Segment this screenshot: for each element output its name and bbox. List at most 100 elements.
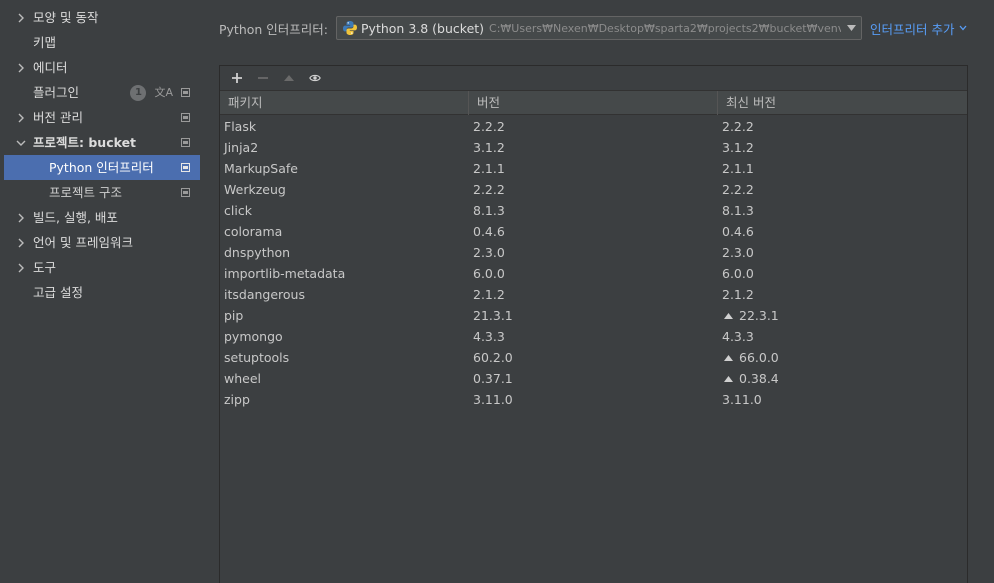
- column-header-latest-version[interactable]: 최신 버전: [718, 91, 967, 115]
- table-row[interactable]: Jinja2 3.1.2 3.1.2: [220, 137, 967, 158]
- remove-package-button[interactable]: [252, 67, 274, 89]
- version-cell: 21.3.1: [473, 308, 513, 323]
- chevron-right-icon[interactable]: [14, 255, 28, 280]
- interpreter-dropdown[interactable]: Python 3.8 (bucket) C:₩Users₩Nexen₩Deskt…: [336, 16, 863, 40]
- version-cell: 2.1.1: [473, 161, 505, 176]
- upgrade-package-button[interactable]: [278, 67, 300, 89]
- settings-main-panel: Python 인터프리터: Python 3.8 (bucket) C:₩Use…: [200, 0, 994, 583]
- latest-version-cell: 8.1.3: [718, 200, 967, 221]
- sidebar-item-languages[interactable]: 언어 및 프레임워크: [0, 230, 200, 255]
- table-row[interactable]: wheel 0.37.1 0.38.4: [220, 368, 967, 389]
- upgrade-available-icon: [724, 312, 733, 319]
- sidebar-item-label: Python 인터프리터: [49, 160, 154, 175]
- version-cell: 0.37.1: [473, 371, 513, 386]
- project-level-icon: [181, 113, 190, 122]
- latest-version-text: 0.4.6: [722, 224, 754, 239]
- package-name-cell: MarkupSafe: [224, 161, 298, 176]
- table-row[interactable]: dnspython 2.3.0 2.3.0: [220, 242, 967, 263]
- version-cell: 4.3.3: [473, 329, 505, 344]
- sidebar-item-project[interactable]: 프로젝트: bucket: [0, 130, 200, 155]
- latest-version-cell: 2.3.0: [718, 242, 967, 263]
- column-header-package[interactable]: 패키지: [220, 91, 469, 115]
- latest-version-text: 66.0.0: [739, 350, 779, 365]
- table-row[interactable]: click 8.1.3 8.1.3: [220, 200, 967, 221]
- version-cell: 8.1.3: [473, 203, 505, 218]
- latest-version-cell: 0.4.6: [718, 221, 967, 242]
- sidebar-item-plugins[interactable]: 플러그인 1 文A: [0, 80, 200, 105]
- table-row[interactable]: Werkzeug 2.2.2 2.2.2: [220, 179, 967, 200]
- sidebar-item-label: 에디터: [33, 60, 68, 75]
- table-row[interactable]: setuptools 60.2.0 66.0.0: [220, 347, 967, 368]
- sidebar-item-advanced[interactable]: 고급 설정: [0, 280, 200, 305]
- latest-version-cell: 0.38.4: [718, 368, 967, 389]
- version-cell: 2.3.0: [473, 245, 505, 260]
- package-name-cell: wheel: [224, 371, 261, 386]
- packages-toolbar: [220, 66, 967, 91]
- sidebar-item-label: 프로젝트: bucket: [33, 135, 137, 150]
- table-row[interactable]: Flask 2.2.2 2.2.2: [220, 116, 967, 137]
- latest-version-cell: 2.1.2: [718, 284, 967, 305]
- table-row[interactable]: colorama 0.4.6 0.4.6: [220, 221, 967, 242]
- latest-version-cell: 4.3.3: [718, 326, 967, 347]
- project-level-icon: [181, 88, 190, 97]
- chevron-down-icon[interactable]: [14, 130, 28, 155]
- sidebar-item-label: 모양 및 동작: [33, 10, 99, 25]
- show-early-releases-button[interactable]: [304, 67, 326, 89]
- chevron-right-icon[interactable]: [14, 55, 28, 80]
- settings-sidebar: 모양 및 동작 키맵 에디터 플러그인 1 文A 버전 관리 프로젝트: buc…: [0, 0, 200, 583]
- add-package-button[interactable]: [226, 67, 248, 89]
- package-name-cell: Jinja2: [224, 140, 259, 155]
- chevron-right-icon[interactable]: [14, 205, 28, 230]
- interpreter-path: C:₩Users₩Nexen₩Desktop₩sparta2₩projects2…: [489, 21, 863, 35]
- interpreter-row: Python 인터프리터: Python 3.8 (bucket) C:₩Use…: [219, 16, 967, 40]
- table-row[interactable]: importlib-metadata 6.0.0 6.0.0: [220, 263, 967, 284]
- table-row[interactable]: pip 21.3.1 22.3.1: [220, 305, 967, 326]
- latest-version-cell: 6.0.0: [718, 263, 967, 284]
- python-icon: [343, 21, 358, 35]
- latest-version-text: 3.1.2: [722, 140, 754, 155]
- sidebar-item-label: 프로젝트 구조: [49, 185, 122, 200]
- package-name-cell: Flask: [224, 119, 257, 134]
- latest-version-text: 6.0.0: [722, 266, 754, 281]
- table-row[interactable]: pymongo 4.3.3 4.3.3: [220, 326, 967, 347]
- eye-icon: [309, 74, 321, 82]
- translate-icon: 文A: [154, 86, 173, 99]
- latest-version-cell: 2.2.2: [718, 116, 967, 137]
- upgrade-available-icon: [724, 354, 733, 361]
- table-row[interactable]: itsdangerous 2.1.2 2.1.2: [220, 284, 967, 305]
- version-cell: 0.4.6: [473, 224, 505, 239]
- sidebar-item-label: 언어 및 프레임워크: [33, 235, 133, 250]
- sidebar-item-python-interpreter[interactable]: Python 인터프리터: [4, 155, 200, 180]
- sidebar-item-label: 고급 설정: [33, 285, 83, 300]
- sidebar-item-build[interactable]: 빌드, 실행, 배포: [0, 205, 200, 230]
- packages-table-header: 패키지 버전 최신 버전: [220, 91, 967, 115]
- latest-version-text: 2.1.2: [722, 287, 754, 302]
- chevron-down-icon[interactable]: [841, 17, 862, 39]
- latest-version-cell: 22.3.1: [718, 305, 967, 326]
- sidebar-item-version-control[interactable]: 버전 관리: [0, 105, 200, 130]
- chevron-right-icon[interactable]: [14, 105, 28, 130]
- version-cell: 60.2.0: [473, 350, 513, 365]
- sidebar-item-keymap[interactable]: 키맵: [0, 30, 200, 55]
- window-edge: [968, 0, 994, 583]
- latest-version-text: 0.38.4: [739, 371, 779, 386]
- interpreter-label: Python 인터프리터:: [219, 21, 329, 37]
- chevron-right-icon[interactable]: [14, 230, 28, 255]
- chevron-right-icon[interactable]: [14, 5, 28, 30]
- table-row[interactable]: MarkupSafe 2.1.1 2.1.1: [220, 158, 967, 179]
- package-name-cell: pip: [224, 308, 244, 323]
- sidebar-item-project-structure[interactable]: 프로젝트 구조: [0, 180, 200, 205]
- sidebar-item-appearance[interactable]: 모양 및 동작: [0, 5, 200, 30]
- upgrade-available-icon: [724, 375, 733, 382]
- latest-version-text: 2.1.1: [722, 161, 754, 176]
- version-cell: 2.2.2: [473, 182, 505, 197]
- table-row[interactable]: zipp 3.11.0 3.11.0: [220, 389, 967, 410]
- plus-icon: [232, 73, 242, 83]
- version-cell: 3.1.2: [473, 140, 505, 155]
- add-interpreter-link[interactable]: 인터프리터 추가: [870, 19, 966, 38]
- version-cell: 6.0.0: [473, 266, 505, 281]
- latest-version-text: 2.3.0: [722, 245, 754, 260]
- column-header-version[interactable]: 버전: [469, 91, 718, 115]
- sidebar-item-editor[interactable]: 에디터: [0, 55, 200, 80]
- sidebar-item-tools[interactable]: 도구: [0, 255, 200, 280]
